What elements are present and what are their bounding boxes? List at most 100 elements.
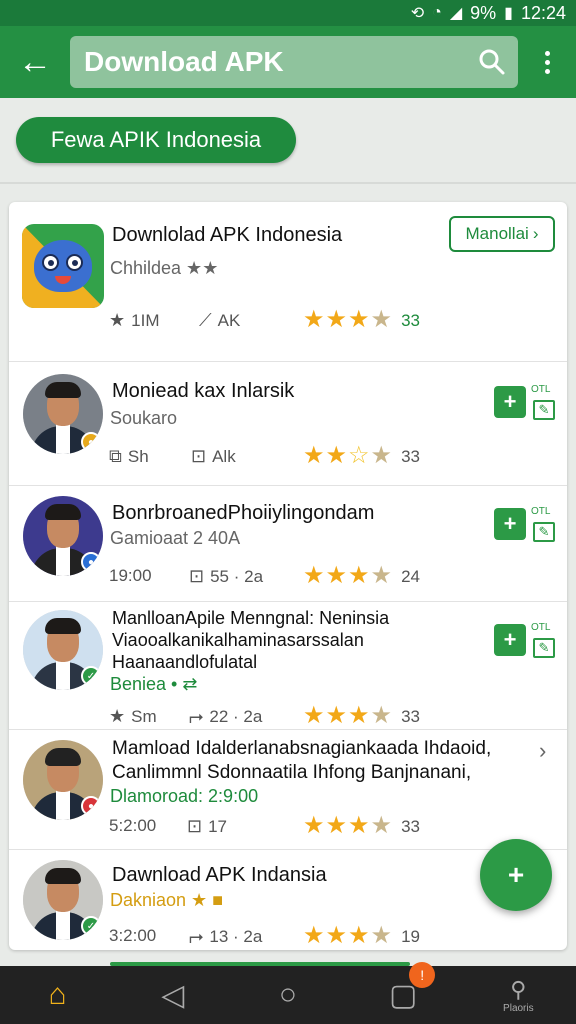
search-icon[interactable] xyxy=(478,48,506,76)
more-options-button[interactable] xyxy=(518,26,576,98)
list-item[interactable]: ✓ ManlloanApile Menngnal: Neninsia Viaoo… xyxy=(9,602,567,730)
avatar: ● xyxy=(23,374,103,454)
edit-icon[interactable]: ✎ xyxy=(533,638,555,658)
verified-badge-icon: ● xyxy=(81,432,101,452)
item-meta-1-text: 3:2:00 xyxy=(109,926,157,945)
item-meta-2: ⟋ AK xyxy=(199,310,240,331)
rating-count: 33 xyxy=(401,446,420,466)
triangle-back-icon: ◁ xyxy=(161,978,185,1012)
home-icon: ⌂ xyxy=(48,978,67,1011)
item-subtitle: Gamioaat 2 40A xyxy=(110,528,241,548)
clock-icon: ⊡ xyxy=(189,566,205,586)
doc-icon: ⧉ xyxy=(109,446,122,466)
item-meta-2-text: AK xyxy=(217,310,241,330)
item-subtitle: Chhildea ★★ xyxy=(110,258,219,278)
rating-count: 33 xyxy=(401,706,420,726)
item-meta-1-text: 19:00 xyxy=(109,566,152,585)
item-meta-2-text: 55 · 2a xyxy=(210,566,264,586)
box-icon: ⊡ xyxy=(191,446,207,466)
notification-badge: ! xyxy=(409,962,436,988)
rating-stars: ★ ★ ★ ★ 24 xyxy=(303,562,420,589)
avatar: ✓ xyxy=(23,860,103,940)
nav-back[interactable]: ◁ xyxy=(133,966,213,1024)
search-field[interactable]: Download APK xyxy=(70,36,518,88)
filter-strip: Fewa APIK Indonesia xyxy=(0,98,576,184)
list-item[interactable]: ● Moniead kax Inlarsik Soukaro ⧉ Sh ⊡ Al… xyxy=(9,362,567,486)
nav-profile-label: Plaoris xyxy=(503,1002,534,1014)
item-title: Moniead kax Inlarsik xyxy=(112,380,295,402)
add-button[interactable]: + xyxy=(494,624,526,656)
avatar: ● xyxy=(23,740,103,820)
chevron-right-icon[interactable]: › xyxy=(539,738,546,764)
nav-profile[interactable]: ⚲ Plaoris xyxy=(478,966,558,1024)
item-title-line-1: Mamload Idalderlanabsnagiankaada Ihdaoid… xyxy=(112,738,492,759)
item-meta-1-text: Sm xyxy=(131,706,157,726)
more-vert-icon xyxy=(544,50,550,74)
box-icon: ⊡ xyxy=(187,816,203,836)
item-subtitle: Beniea • ⇄ xyxy=(110,674,198,694)
status-bar: ⟲ ◔ ◢ 9% ▮ 12:24 xyxy=(0,0,576,26)
share-icon: ⮣ xyxy=(189,926,204,946)
avatar: ● xyxy=(23,496,103,576)
nav-recent[interactable]: ▢ ! xyxy=(363,962,443,1024)
manage-button[interactable]: Manollai › xyxy=(449,216,555,252)
rotate-icon: ⟲ xyxy=(410,5,425,22)
edit-icon[interactable]: ✎ xyxy=(533,522,555,542)
app-bar: ← Download APK xyxy=(0,26,576,98)
floating-action-button[interactable]: + xyxy=(480,839,552,911)
item-meta-1-text: 1IM xyxy=(131,310,160,330)
rating-count: 19 xyxy=(401,926,420,946)
rating-count: 24 xyxy=(401,566,420,586)
search-input[interactable]: Download APK xyxy=(84,46,478,78)
list-item[interactable]: Downlolad APK Indonesia Chhildea ★★ ★ 1I… xyxy=(9,202,567,362)
filter-chip[interactable]: Fewa APIK Indonesia xyxy=(16,117,296,163)
item-meta-1: ★ 1IM xyxy=(109,310,159,331)
item-meta-1: ★ Sm xyxy=(109,706,157,727)
back-button[interactable]: ← xyxy=(0,26,70,98)
item-meta-1-text: 5:2:00 xyxy=(109,816,157,835)
item-meta-2-text: Alk xyxy=(212,446,236,466)
share-icon: ⮣ xyxy=(189,706,204,726)
item-meta-2: ⊡ 17 xyxy=(187,816,227,837)
item-meta-1: 3:2:00 xyxy=(109,926,156,946)
side-label: OTL xyxy=(531,506,551,517)
add-button[interactable]: + xyxy=(494,386,526,418)
rating-stars: ★ ★ ☆ ★ 33 xyxy=(303,442,420,469)
nav-home[interactable]: ⌂ xyxy=(18,966,98,1024)
item-meta-2: ⊡ 55 · 2a xyxy=(189,566,263,587)
results-list: Downlolad APK Indonesia Chhildea ★★ ★ 1I… xyxy=(9,202,567,950)
signal-icon: ◢ xyxy=(449,5,463,22)
item-meta-2: ⊡ Alk xyxy=(191,446,236,467)
tag-icon: ⟋ xyxy=(199,310,212,330)
item-subtitle: Dakniaon ★ ■ xyxy=(110,890,224,910)
item-meta-2-text: 17 xyxy=(208,816,228,836)
star-icon: ★ xyxy=(109,310,126,330)
side-label: OTL xyxy=(531,384,551,395)
add-button[interactable]: + xyxy=(494,508,526,540)
nav-search[interactable]: ○ xyxy=(248,966,328,1024)
verified-badge-icon: ● xyxy=(81,552,101,572)
edit-icon[interactable]: ✎ xyxy=(533,400,555,420)
arrow-left-icon: ← xyxy=(18,42,52,81)
bottom-navigation: ⌂ ◁ ○ ▢ ! ⚲ Plaoris xyxy=(0,962,576,1024)
side-label: OTL xyxy=(531,622,551,633)
item-title-line-1: ManlloanApile Menngnal: Neninsia xyxy=(112,608,390,628)
add-icon: + xyxy=(507,859,525,890)
star-icon: ★ xyxy=(109,706,126,726)
rating-count: 33 xyxy=(401,816,420,836)
list-item[interactable]: ● BonrbroanedPhoiiylingondam Gamioaat 2 … xyxy=(9,486,567,602)
item-meta-1: 5:2:00 xyxy=(109,816,156,836)
rating-count: 33 xyxy=(401,310,420,330)
person-icon: ⚲ xyxy=(510,976,527,1002)
clock: 12:24 xyxy=(520,2,566,23)
app-logo xyxy=(22,224,104,308)
search-icon: ○ xyxy=(278,978,298,1011)
battery-icon: ▮ xyxy=(504,5,513,22)
item-title-line-2: Viaooalkanikalhaminasarssalan xyxy=(112,630,364,650)
wifi-icon: ◔ xyxy=(432,4,442,21)
item-title: Downlolad APK Indonesia xyxy=(112,224,343,246)
chevron-down-icon: › xyxy=(532,224,539,243)
verified-badge-icon: ● xyxy=(81,796,101,816)
list-item[interactable]: ● Mamload Idalderlanabsnagiankaada Ihdao… xyxy=(9,730,567,850)
verified-badge-icon: ✓ xyxy=(81,666,101,686)
